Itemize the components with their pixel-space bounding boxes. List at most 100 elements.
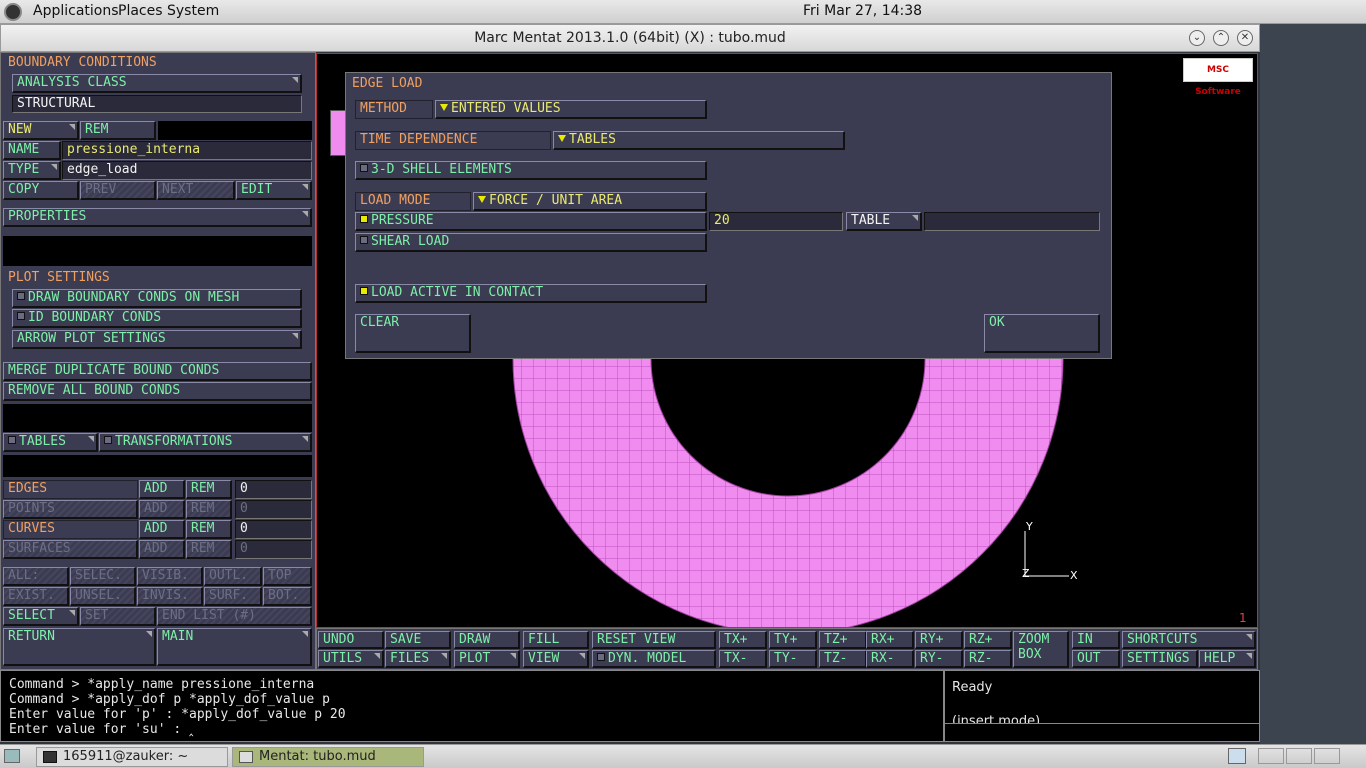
rx-minus-button[interactable]: RX- xyxy=(866,650,914,668)
rem-button[interactable]: REM xyxy=(80,121,156,140)
ry-plus-button[interactable]: RY+ xyxy=(915,631,963,649)
spacer xyxy=(3,404,312,432)
curves-rem-button[interactable]: REM xyxy=(186,520,232,539)
surf-button[interactable]: SURF. xyxy=(204,587,262,606)
all-top-button[interactable]: TOP xyxy=(263,567,312,586)
all-selec-button[interactable]: SELEC. xyxy=(70,567,136,586)
workspace-2[interactable] xyxy=(1258,748,1284,764)
shell-elements-toggle[interactable]: 3-D SHELL ELEMENTS xyxy=(355,161,707,180)
analysis-class-button[interactable]: ANALYSIS CLASS xyxy=(12,74,302,93)
tz-plus-button[interactable]: TZ+ xyxy=(819,631,867,649)
set-button[interactable]: SET xyxy=(80,607,156,626)
pressure-toggle[interactable]: PRESSURE xyxy=(355,212,707,231)
tables-button[interactable]: TABLES xyxy=(3,433,98,452)
exist-button[interactable]: EXIST. xyxy=(3,587,69,606)
arrow-plot-settings-button[interactable]: ARROW PLOT SETTINGS xyxy=(12,330,302,349)
files-button[interactable]: FILES xyxy=(385,650,451,668)
curves-add-button[interactable]: ADD xyxy=(139,520,185,539)
pressure-table-button[interactable]: TABLE xyxy=(846,212,922,231)
ry-minus-button[interactable]: RY- xyxy=(915,650,963,668)
type-button[interactable]: TYPE xyxy=(3,161,61,180)
properties-button[interactable]: PROPERTIES xyxy=(3,208,312,227)
select-button[interactable]: SELECT xyxy=(3,607,79,626)
dyn-model-toggle[interactable]: DYN. MODEL xyxy=(592,650,716,668)
gnome-logo-icon[interactable] xyxy=(4,3,22,21)
window-titlebar[interactable]: Marc Mentat 2013.1.0 (64bit) (X) : tubo.… xyxy=(0,24,1260,52)
tx-minus-button[interactable]: TX- xyxy=(719,650,767,668)
shear-load-toggle[interactable]: SHEAR LOAD xyxy=(355,233,707,252)
load-mode-dropdown[interactable]: FORCE / UNIT AREA xyxy=(473,192,707,211)
id-bc-toggle[interactable]: ID BOUNDARY CONDS xyxy=(12,309,302,328)
fill-button[interactable]: FILL xyxy=(523,631,589,649)
minimize-icon[interactable]: ⌄ xyxy=(1189,30,1205,46)
clock[interactable]: Fri Mar 27, 14:38 xyxy=(803,3,922,19)
edges-rem-button[interactable]: REM xyxy=(186,480,232,499)
surfaces-rem-button[interactable]: REM xyxy=(186,540,232,559)
zoom-box-button[interactable]: ZOOM BOX xyxy=(1013,631,1069,668)
bot-button[interactable]: BOT. xyxy=(263,587,312,606)
transformations-button[interactable]: TRANSFORMATIONS xyxy=(99,433,312,452)
command-console[interactable]: Command > *apply_name pressione_interna … xyxy=(0,670,944,742)
utils-button[interactable]: UTILS xyxy=(318,650,384,668)
ty-minus-button[interactable]: TY- xyxy=(769,650,817,668)
tz-minus-button[interactable]: TZ- xyxy=(819,650,867,668)
command-line[interactable]: Enter value for 'su' : ‸ xyxy=(9,722,943,737)
main-button[interactable]: MAIN xyxy=(157,628,312,666)
merge-duplicate-button[interactable]: MERGE DUPLICATE BOUND CONDS xyxy=(3,362,312,381)
remove-all-button[interactable]: REMOVE ALL BOUND CONDS xyxy=(3,382,312,401)
all-outl-button[interactable]: OUTL. xyxy=(204,567,262,586)
invis-button[interactable]: INVIS. xyxy=(137,587,203,606)
help-button[interactable]: HELP xyxy=(1199,650,1256,668)
places-menu[interactable]: Places xyxy=(118,3,163,19)
prev-button[interactable]: PREV xyxy=(80,181,156,200)
applications-menu[interactable]: Applications xyxy=(33,3,119,19)
surfaces-add-button[interactable]: ADD xyxy=(139,540,185,559)
pressure-table-field[interactable] xyxy=(924,212,1100,231)
name-field[interactable]: pressione_interna xyxy=(62,141,312,160)
shortcuts-button[interactable]: SHORTCUTS xyxy=(1122,631,1256,649)
reset-view-button[interactable]: RESET VIEW xyxy=(592,631,716,649)
show-desktop-icon[interactable] xyxy=(4,749,20,763)
copy-button[interactable]: COPY xyxy=(3,181,79,200)
edit-button[interactable]: EDIT xyxy=(236,181,312,200)
workspace-1[interactable] xyxy=(1228,748,1246,764)
points-add-button[interactable]: ADD xyxy=(139,500,185,519)
mesh-fragment xyxy=(330,110,346,156)
zoom-in-button[interactable]: IN xyxy=(1072,631,1120,649)
next-button[interactable]: NEXT xyxy=(157,181,235,200)
plot-button[interactable]: PLOT xyxy=(454,650,520,668)
rz-minus-button[interactable]: RZ- xyxy=(964,650,1012,668)
ok-button[interactable]: OK xyxy=(984,314,1100,353)
clear-button[interactable]: CLEAR xyxy=(355,314,471,353)
return-button[interactable]: RETURN xyxy=(3,628,156,666)
rx-plus-button[interactable]: RX+ xyxy=(866,631,914,649)
all-visib-button[interactable]: VISIB. xyxy=(137,567,203,586)
draw-button[interactable]: DRAW xyxy=(454,631,520,649)
method-dropdown[interactable]: ENTERED VALUES xyxy=(435,100,707,119)
rz-plus-button[interactable]: RZ+ xyxy=(964,631,1012,649)
zoom-out-button[interactable]: OUT xyxy=(1072,650,1120,668)
unsel-button[interactable]: UNSEL. xyxy=(70,587,136,606)
save-button[interactable]: SAVE xyxy=(385,631,451,649)
pressure-value-field[interactable]: 20 xyxy=(709,212,843,231)
close-icon[interactable]: ✕ xyxy=(1237,30,1253,46)
view-button[interactable]: VIEW xyxy=(523,650,589,668)
draw-bc-toggle[interactable]: DRAW BOUNDARY CONDS ON MESH xyxy=(12,289,302,308)
task-terminal[interactable]: 165911@zauker: ~ xyxy=(36,747,228,767)
new-button[interactable]: NEW xyxy=(3,121,79,140)
tx-plus-button[interactable]: TX+ xyxy=(719,631,767,649)
workspace-4[interactable] xyxy=(1314,748,1340,764)
workspace-3[interactable] xyxy=(1286,748,1312,764)
ty-plus-button[interactable]: TY+ xyxy=(769,631,817,649)
name-button[interactable]: NAME xyxy=(3,141,61,160)
load-active-contact-toggle[interactable]: LOAD ACTIVE IN CONTACT xyxy=(355,284,707,303)
points-rem-button[interactable]: REM xyxy=(186,500,232,519)
system-menu[interactable]: System xyxy=(167,3,219,19)
maximize-icon[interactable]: ⌃ xyxy=(1213,30,1229,46)
undo-button[interactable]: UNDO xyxy=(318,631,384,649)
time-dependence-dropdown[interactable]: TABLES xyxy=(553,131,845,150)
task-mentat[interactable]: Mentat: tubo.mud xyxy=(232,747,424,767)
end-list-button[interactable]: END LIST (#) xyxy=(157,607,312,626)
edges-add-button[interactable]: ADD xyxy=(139,480,185,499)
settings-button[interactable]: SETTINGS xyxy=(1122,650,1198,668)
